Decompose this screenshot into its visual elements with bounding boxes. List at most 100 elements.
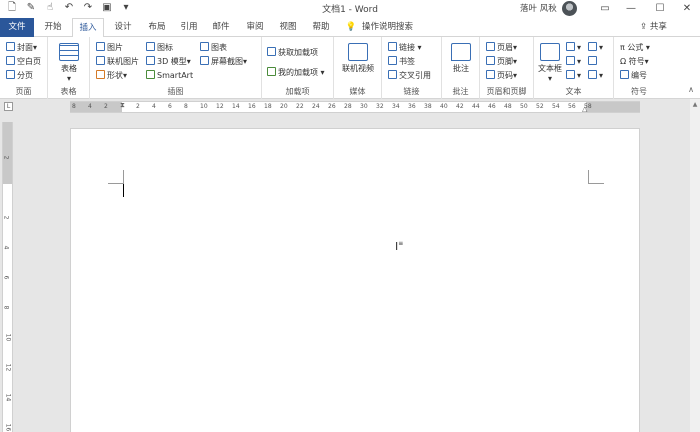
signature-icon (588, 42, 597, 51)
group-illustrations: 图片 联机图片 形状▾ 图标 3D 模型▾ SmartArt 图表 屏幕截图▾ … (90, 37, 262, 99)
group-label-illustrations: 插图 (167, 87, 184, 96)
ruler-tick: 12 (216, 103, 224, 110)
online-video-icon (348, 43, 368, 61)
footer-button[interactable]: 页脚▾ (486, 56, 517, 67)
ribbon-tabs: 文件 开始 插入 设计 布局 引用 邮件 审阅 视图 帮助 💡 操作说明搜索 ⇪… (0, 18, 700, 38)
ruler-tick: 14 (4, 393, 12, 402)
shapes-icon (96, 70, 105, 79)
scroll-up-icon[interactable]: ▲ (690, 101, 700, 108)
tab-review[interactable]: 审阅 (240, 18, 270, 37)
group-links: 链接 ▾ 书签 交叉引用 链接 (382, 37, 442, 99)
tab-design[interactable]: 设计 (108, 18, 138, 37)
minimize-button[interactable]: — (616, 0, 646, 18)
screenshot-button[interactable]: 屏幕截图▾ (200, 56, 247, 67)
pictures-button[interactable]: 图片 (96, 42, 123, 53)
cross-reference-button[interactable]: 交叉引用 (388, 70, 431, 81)
customize-qat-icon[interactable]: ▾ (120, 2, 132, 14)
signature-line-button[interactable]: ▾ (588, 42, 603, 53)
share-icon: ⇪ (640, 22, 650, 32)
object-button[interactable]: ▾ (588, 70, 603, 81)
link-button[interactable]: 链接 ▾ (388, 42, 422, 53)
online-pictures-button[interactable]: 联机图片 (96, 56, 139, 67)
restore-button[interactable]: ☐ (645, 0, 675, 18)
vertical-scrollbar[interactable]: ▲ (690, 99, 700, 432)
text-cursor (123, 184, 124, 197)
page-break-icon (6, 70, 15, 79)
tell-me-search[interactable]: 操作说明搜索 (362, 18, 432, 37)
close-button[interactable]: ✕ (672, 0, 700, 18)
cover-page-button[interactable]: 封面▾ (6, 42, 37, 53)
tab-help[interactable]: 帮助 (306, 18, 336, 37)
3d-models-button[interactable]: 3D 模型▾ (146, 56, 191, 67)
horizontal-ruler[interactable]: 8 4 2 2 4 6 8 10 12 14 16 18 20 22 24 26 28 30 32 34 36 38 40 4… (70, 101, 640, 113)
ruler-tick: 40 (440, 103, 448, 110)
tab-home[interactable]: 开始 (38, 18, 68, 37)
lightbulb-icon: 💡 (345, 22, 357, 32)
shapes-button[interactable]: 形状▾ (96, 70, 127, 81)
online-video-button[interactable]: 联机视频 (338, 43, 378, 74)
icons-button[interactable]: 图标 (146, 42, 173, 53)
quick-parts-button[interactable]: ▾ (566, 42, 581, 53)
blank-page-button[interactable]: 空白页 (6, 56, 41, 67)
format-painter-icon[interactable]: ✎ (25, 2, 37, 14)
ruler-tick: 10 (4, 333, 12, 342)
drop-cap-button[interactable]: ▾ (566, 70, 581, 81)
ruler-tick: 4 (152, 103, 156, 110)
user-name[interactable]: 落叶 风秋 (520, 2, 557, 14)
group-label-header-footer: 页眉和页脚 (486, 87, 527, 96)
group-label-addins: 加载项 (285, 87, 310, 96)
ruler-tick: 2 (104, 103, 108, 110)
ruler-tick: 2 (2, 215, 10, 220)
tab-stop-selector[interactable]: L (4, 102, 13, 111)
indent-marker-icon[interactable]: ⧗ (120, 101, 125, 110)
save-icon[interactable]: ▣ (101, 2, 113, 14)
tab-view[interactable]: 视图 (273, 18, 303, 37)
bookmark-button[interactable]: 书签 (388, 56, 415, 67)
page-break-button[interactable]: 分页 (6, 70, 33, 81)
my-addins-button[interactable]: 我的加载项 ▾ (267, 67, 325, 78)
group-tables: 表格 ▾ 表格 (48, 37, 90, 99)
comment-button[interactable]: 批注 (446, 43, 476, 74)
vertical-ruler[interactable]: 2 2 4 6 8 10 12 14 16 (2, 122, 13, 432)
tab-layout[interactable]: 布局 (142, 18, 172, 37)
screenshot-icon (200, 56, 209, 65)
wordart-button[interactable]: ▾ (566, 56, 581, 67)
group-label-comments: 批注 (452, 87, 469, 96)
ruler-top-margin (3, 122, 12, 184)
chart-icon (200, 42, 209, 51)
number-button[interactable]: 编号 (620, 70, 647, 81)
ruler-tick: 12 (4, 363, 12, 372)
undo-icon[interactable]: ↶ (63, 2, 75, 14)
collapse-ribbon-icon[interactable]: ∧ (688, 85, 694, 94)
redo-icon[interactable]: ↷ (82, 2, 94, 14)
group-label-pages: 页面 (15, 87, 32, 96)
ruler-tick: 32 (376, 103, 384, 110)
comment-icon (451, 43, 471, 61)
omega-icon: Ω (620, 57, 629, 66)
tab-insert[interactable]: 插入 (72, 18, 104, 38)
tab-mailings[interactable]: 邮件 (206, 18, 236, 37)
group-text: 文本框 ▾ ▾ ▾ ▾ ▾ ▾ 文本 (534, 37, 614, 99)
touch-mode-icon[interactable]: ☝ (44, 2, 56, 14)
page-number-button[interactable]: 页码▾ (486, 70, 517, 81)
avatar[interactable] (562, 1, 577, 16)
tab-file[interactable]: 文件 (0, 18, 34, 37)
ruler-tick: 18 (264, 103, 272, 110)
textbox-button[interactable]: 文本框 ▾ (536, 43, 564, 83)
tab-references[interactable]: 引用 (174, 18, 204, 37)
chart-button[interactable]: 图表 (200, 42, 227, 53)
share-button[interactable]: ⇪ 共享 (640, 18, 667, 37)
right-indent-marker-icon[interactable]: △ (582, 105, 587, 113)
table-button[interactable]: 表格 ▾ (56, 43, 82, 83)
document-page[interactable] (70, 128, 640, 432)
equation-button[interactable]: π 公式 ▾ (620, 42, 650, 53)
header-button[interactable]: 页眉▾ (486, 42, 517, 53)
new-document-icon[interactable]: 🗋 (6, 2, 18, 14)
symbol-button[interactable]: Ω 符号▾ (620, 56, 649, 67)
date-time-button[interactable] (588, 56, 599, 67)
get-addins-button[interactable]: 获取加载项 (267, 47, 318, 58)
group-header-footer: 页眉▾ 页脚▾ 页码▾ 页眉和页脚 (480, 37, 534, 99)
smartart-button[interactable]: SmartArt (146, 70, 193, 81)
group-label-links: 链接 (403, 87, 420, 96)
smartart-icon (146, 70, 155, 79)
